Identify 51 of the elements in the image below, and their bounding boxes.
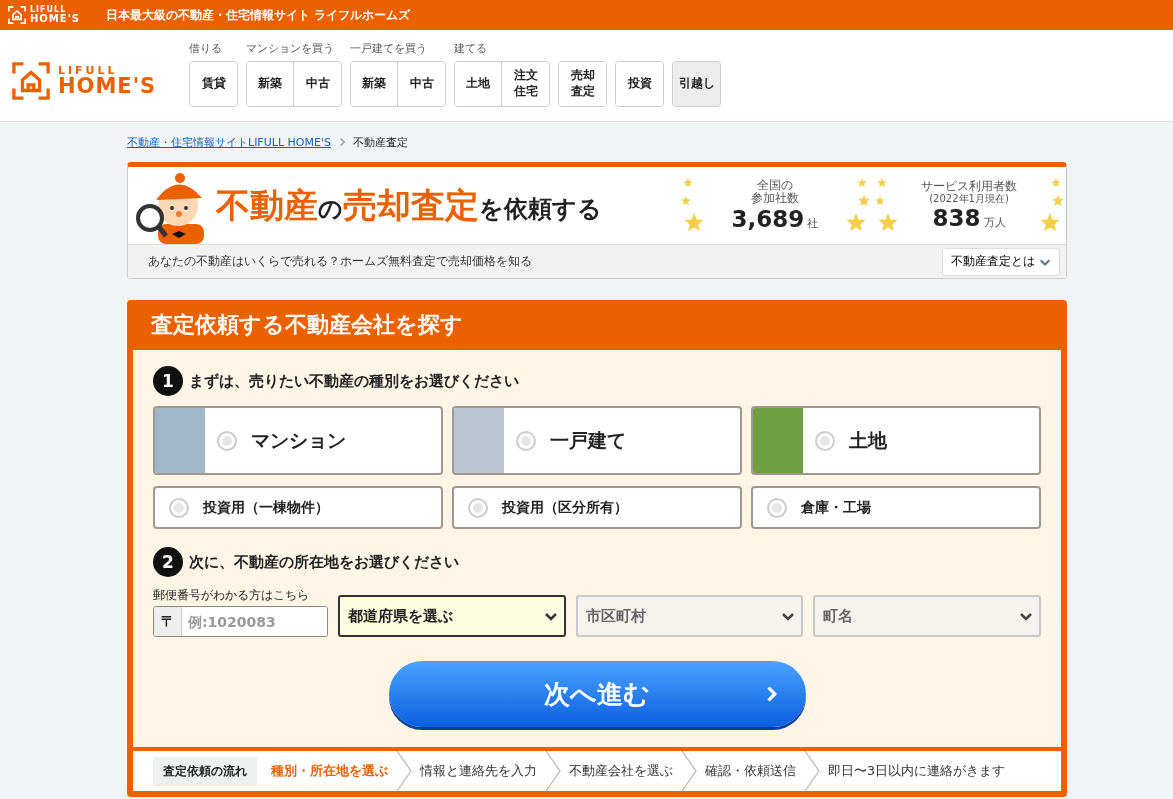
- stat-label: 全国の: [757, 178, 793, 192]
- step-number: 1: [153, 366, 183, 396]
- photo-placeholder: [753, 408, 803, 473]
- location-select[interactable]: 都道府県を選ぶ: [338, 595, 566, 637]
- step-title: 次に、不動産の所在地をお選びください: [189, 552, 459, 572]
- property-type-option[interactable]: 土地: [751, 406, 1041, 475]
- nav-group-label: 一戸建てを買う: [350, 40, 428, 55]
- nav-button[interactable]: 引越し: [673, 61, 720, 106]
- photo-placeholder: [454, 408, 504, 473]
- flow-step: 情報と連絡先を入力: [412, 762, 545, 780]
- property-type-option[interactable]: 投資用（区分所有）: [452, 486, 742, 529]
- stat-label: 参加社数: [751, 191, 799, 206]
- flow-step: 不動産会社を選ぶ: [561, 762, 681, 780]
- property-type-option[interactable]: マンション: [153, 406, 443, 475]
- postal-code-label: 郵便番号がわかる方はこちら: [153, 587, 310, 604]
- nav-group-label: 借りる: [189, 40, 223, 55]
- stat-label: サービス利用者数: [921, 179, 1017, 193]
- hero-subtitle: あなたの不動産はいくらで売れる？ホームズ無料査定で売却価格を知る: [148, 253, 532, 270]
- next-button[interactable]: 次へ進む: [388, 661, 806, 727]
- nav-button[interactable]: 新築: [351, 61, 398, 106]
- nav-button[interactable]: 新築: [247, 61, 294, 106]
- stat-value: 838: [932, 205, 981, 232]
- hero-title: 不動産の売却査定を依頼する: [216, 183, 603, 227]
- flow-label: 査定依頼の流れ: [153, 756, 257, 786]
- house-logo-icon: [12, 61, 50, 100]
- stat-label: (2022年1月現在): [929, 192, 1009, 204]
- postal-code-field[interactable]: 〒 例:1020083: [153, 606, 328, 637]
- breadcrumb-link[interactable]: 不動産・住宅情報サイトLIFULL HOME'S: [127, 134, 331, 150]
- stat-value: 3,689: [731, 207, 805, 233]
- stat-unit: 社: [807, 218, 819, 231]
- flow-step: 種別・所在地を選ぶ: [263, 762, 396, 780]
- nav-button[interactable]: 投資: [616, 61, 663, 106]
- property-type-option[interactable]: 一戸建て: [452, 406, 742, 475]
- house-logo-icon: [8, 6, 26, 24]
- flow-step: 確認・依頼送信: [697, 762, 804, 780]
- property-type-option[interactable]: 投資用（一棟物件）: [153, 486, 443, 529]
- flow-step: 即日〜3日以内に連絡がきます: [820, 762, 1013, 780]
- current-page-label: 不動産査定: [352, 134, 408, 150]
- nav-group-label: 建てる: [454, 40, 488, 55]
- nav-group-label: マンションを買う: [246, 40, 335, 55]
- about-dropdown-button[interactable]: 不動産査定とは: [942, 247, 1060, 276]
- step-title: まずは、売りたい不動産の種別をお選びください: [189, 371, 519, 391]
- property-type-option[interactable]: 倉庫・工場: [751, 486, 1041, 529]
- nav-button[interactable]: 土地: [455, 61, 502, 106]
- panel-title: 査定依頼する不動産会社を探す: [150, 311, 464, 339]
- photo-placeholder: [155, 408, 205, 473]
- nav-button[interactable]: 賃貸: [190, 61, 237, 106]
- nav-button[interactable]: 売却査定: [559, 61, 606, 106]
- step-number: 2: [153, 547, 183, 577]
- site-tagline: 日本最大級の不動産・住宅情報サイト ライフルホームズ: [105, 6, 411, 24]
- stat-unit: 万人: [983, 216, 1006, 230]
